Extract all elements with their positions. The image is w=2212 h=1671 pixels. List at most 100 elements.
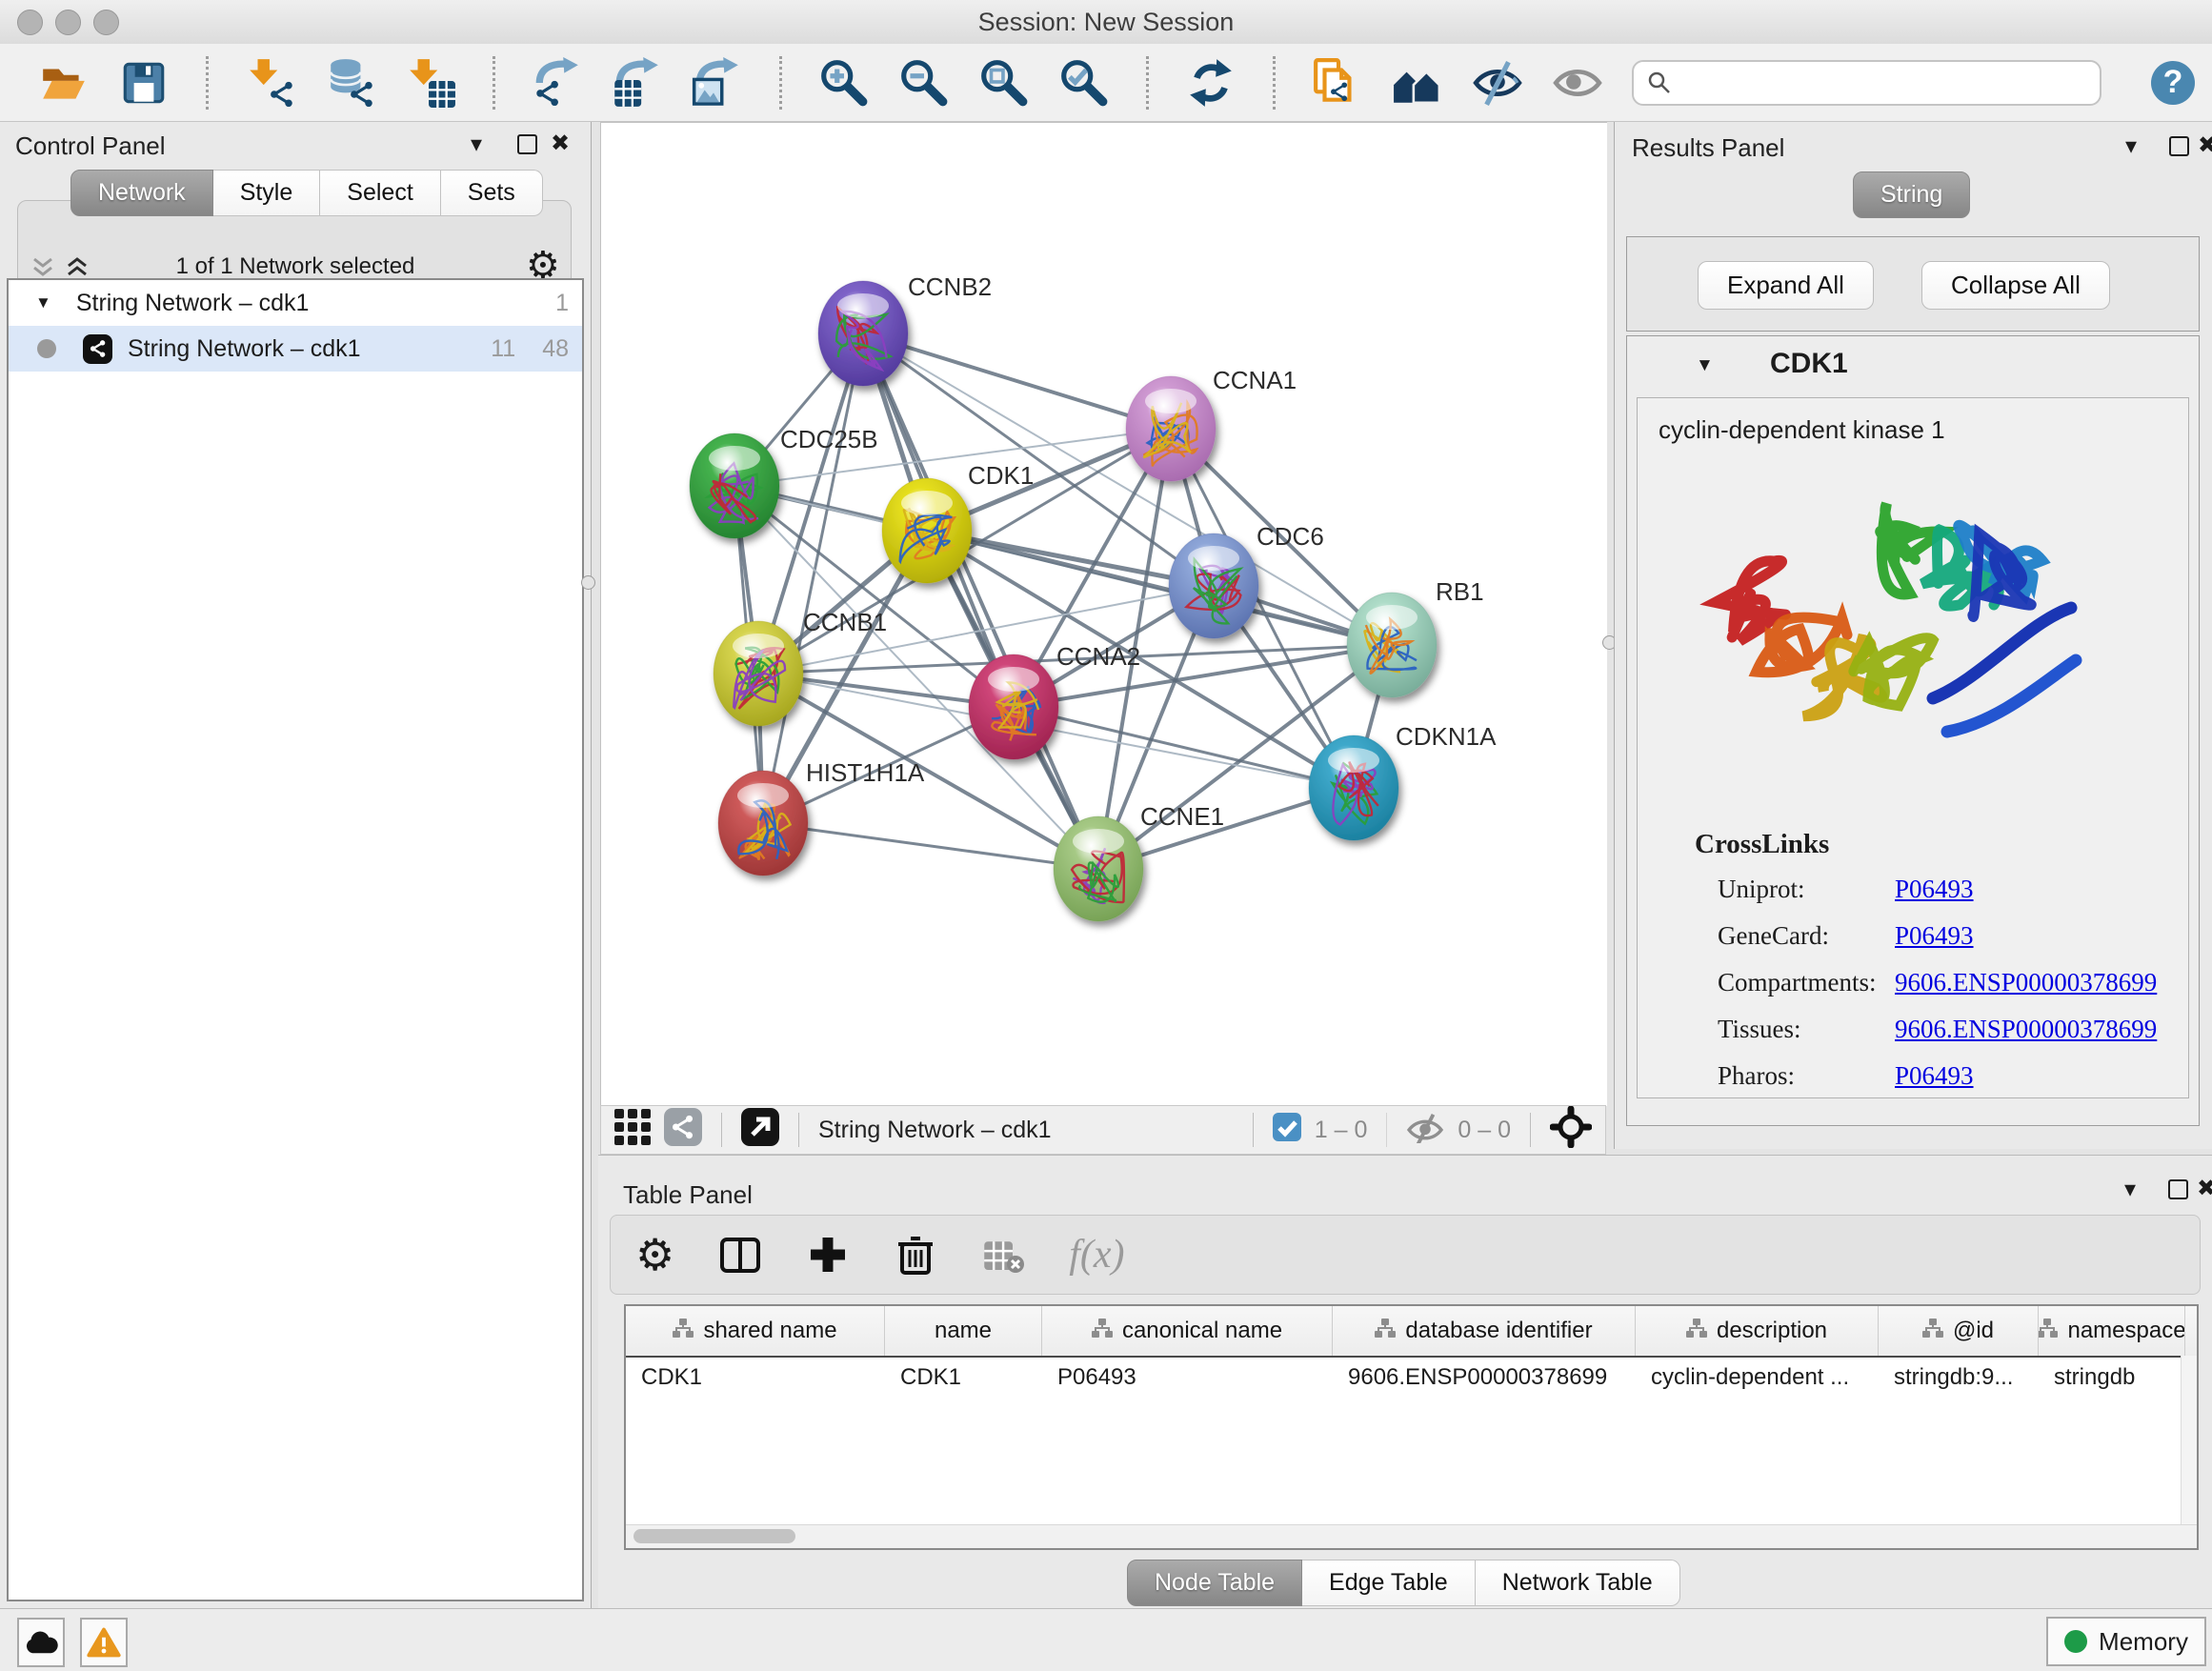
- hidden-eye-icon[interactable]: [1406, 1111, 1444, 1150]
- tab-sets[interactable]: Sets: [441, 170, 543, 216]
- hide-selected-icon[interactable]: [1472, 57, 1523, 109]
- network-node-CDKN1A: [1309, 735, 1398, 840]
- tab-style[interactable]: Style: [213, 170, 321, 216]
- column-header-database-identifier[interactable]: database identifier: [1333, 1306, 1636, 1356]
- window-titlebar: Session: New Session: [0, 0, 2212, 45]
- table-vertical-scrollbar[interactable]: [2181, 1356, 2197, 1525]
- gene-collapse-icon[interactable]: ▼: [1696, 355, 1714, 376]
- crosslink-genecard[interactable]: P06493: [1895, 921, 1974, 951]
- tab-node-table[interactable]: Node Table: [1127, 1560, 1302, 1606]
- toolbar-separator: [493, 56, 495, 110]
- table-horizontal-scrollbar[interactable]: [626, 1524, 2197, 1548]
- scrollbar-thumb[interactable]: [633, 1529, 795, 1543]
- warning-button[interactable]: [80, 1618, 128, 1667]
- network-canvas[interactable]: CCNB2CCNA1CDC25BCDK1CDC6RB1CCNB1CCNA2CDK…: [600, 122, 1607, 1106]
- column-header--id[interactable]: @id: [1879, 1306, 2039, 1356]
- apply-preferred-layout-icon[interactable]: [1185, 57, 1237, 109]
- crosslink-compartments[interactable]: 9606.ENSP00000378699: [1895, 968, 2157, 997]
- memory-status-dot: [2064, 1630, 2087, 1653]
- tab-select[interactable]: Select: [320, 170, 440, 216]
- help-button[interactable]: ?: [2151, 61, 2195, 105]
- selected-checkbox-icon[interactable]: [1273, 1113, 1301, 1148]
- network-share-icon[interactable]: [664, 1108, 702, 1153]
- zoom-fit-content-icon[interactable]: [978, 57, 1030, 109]
- svg-text:CCNE1: CCNE1: [1140, 802, 1224, 831]
- svg-text:CDC25B: CDC25B: [780, 425, 878, 453]
- tab-network[interactable]: Network: [70, 170, 213, 216]
- table-menu-icon[interactable]: ▾: [2124, 1178, 2136, 1201]
- left-splitter-handle[interactable]: [581, 575, 595, 590]
- table-float-icon[interactable]: [2168, 1179, 2188, 1199]
- expand-all-button[interactable]: Expand All: [1698, 261, 1874, 310]
- network-node-CDK1: [882, 478, 972, 583]
- export-table-icon[interactable]: [612, 57, 663, 109]
- tab-network-table[interactable]: Network Table: [1476, 1560, 1680, 1606]
- main-toolbar: ?: [0, 44, 2212, 122]
- network-label: String Network – cdk1: [128, 335, 361, 363]
- toolbar-separator: [1273, 56, 1276, 110]
- export-network-icon[interactable]: [532, 57, 583, 109]
- column-header-namespace[interactable]: namespace: [2039, 1306, 2185, 1356]
- show-welcome-screen-icon[interactable]: [1392, 57, 1443, 109]
- network-node-CCNB2: [818, 281, 908, 386]
- split-columns-icon[interactable]: [718, 1233, 762, 1277]
- export-image-icon[interactable]: [692, 57, 743, 109]
- function-builder-icon[interactable]: f(x): [1069, 1232, 1124, 1278]
- zoom-out-icon[interactable]: [898, 57, 950, 109]
- collapse-all-button[interactable]: Collapse All: [1921, 261, 2110, 310]
- zoom-selected-icon[interactable]: [1058, 57, 1110, 109]
- crosslink-uniprot[interactable]: P06493: [1895, 875, 1974, 904]
- tab-string[interactable]: String: [1853, 171, 1970, 218]
- collapse-triangle-icon[interactable]: ▼: [35, 293, 51, 312]
- open-session-icon[interactable]: [38, 57, 90, 109]
- table-row[interactable]: CDK1CDK1P064939606.ENSP00000378699cyclin…: [626, 1358, 2197, 1398]
- grid-view-icon[interactable]: [614, 1109, 651, 1152]
- network-row-selected[interactable]: String Network – cdk1 11 48: [9, 326, 582, 372]
- panel-float-icon[interactable]: [517, 134, 537, 154]
- column-header-shared-name[interactable]: shared name: [626, 1306, 885, 1356]
- results-panel-title: Results Panel: [1632, 133, 1784, 163]
- results-menu-icon[interactable]: ▾: [2125, 135, 2137, 158]
- show-all-icon[interactable]: [1552, 57, 1603, 109]
- results-close-icon[interactable]: ✖: [2198, 134, 2212, 157]
- add-column-icon[interactable]: [806, 1233, 850, 1277]
- table-close-icon[interactable]: ✖: [2197, 1178, 2212, 1200]
- new-network-from-selection-icon[interactable]: [1312, 57, 1363, 109]
- crosslinks-list: Uniprot:P06493GeneCard:P06493Compartment…: [1718, 875, 2175, 1108]
- svg-text:CCNA2: CCNA2: [1056, 642, 1140, 671]
- save-session-icon[interactable]: [118, 57, 170, 109]
- control-panel-title: Control Panel: [15, 131, 166, 161]
- table-toolbar: ⚙ f(x): [610, 1215, 2201, 1295]
- svg-text:CDK1: CDK1: [968, 461, 1034, 490]
- protein-structure-image[interactable]: [1695, 455, 2114, 817]
- sitemap-icon: [673, 1318, 694, 1344]
- crosslink-row: Tissues:9606.ENSP00000378699: [1718, 1015, 2175, 1044]
- memory-button[interactable]: Memory: [2046, 1617, 2206, 1666]
- search-input[interactable]: [1681, 68, 2086, 97]
- birdseye-view-icon[interactable]: [1550, 1106, 1592, 1155]
- column-header-canonical-name[interactable]: canonical name: [1042, 1306, 1333, 1356]
- column-header-name[interactable]: name: [885, 1306, 1042, 1356]
- status-bar: Memory: [0, 1608, 2212, 1671]
- import-network-from-database-icon[interactable]: [325, 57, 376, 109]
- settings-gear-icon[interactable]: ⚙: [635, 1233, 674, 1277]
- delete-column-icon[interactable]: [894, 1233, 937, 1277]
- memory-label: Memory: [2099, 1627, 2188, 1657]
- zoom-in-icon[interactable]: [818, 57, 870, 109]
- panel-menu-icon[interactable]: ▾: [471, 133, 482, 156]
- gene-card-body: cyclin-dependent kinase 1 CrossLinks Uni…: [1637, 397, 2189, 1098]
- delete-table-icon[interactable]: [981, 1233, 1025, 1277]
- search-box[interactable]: [1632, 60, 2101, 106]
- tab-edge-table[interactable]: Edge Table: [1302, 1560, 1476, 1606]
- crosslink-pharos[interactable]: P06493: [1895, 1061, 1974, 1091]
- panel-close-icon[interactable]: ✖: [551, 132, 570, 155]
- svg-text:CDKN1A: CDKN1A: [1396, 722, 1497, 751]
- open-in-new-icon[interactable]: [741, 1108, 779, 1153]
- results-float-icon[interactable]: [2169, 136, 2189, 156]
- import-network-from-file-icon[interactable]: [245, 57, 296, 109]
- network-collection-row[interactable]: ▼ String Network – cdk1 1: [9, 280, 582, 326]
- import-table-from-file-icon[interactable]: [405, 57, 456, 109]
- column-header-description[interactable]: description: [1636, 1306, 1879, 1356]
- crosslink-tissues[interactable]: 9606.ENSP00000378699: [1895, 1015, 2157, 1044]
- cloud-button[interactable]: [17, 1618, 65, 1667]
